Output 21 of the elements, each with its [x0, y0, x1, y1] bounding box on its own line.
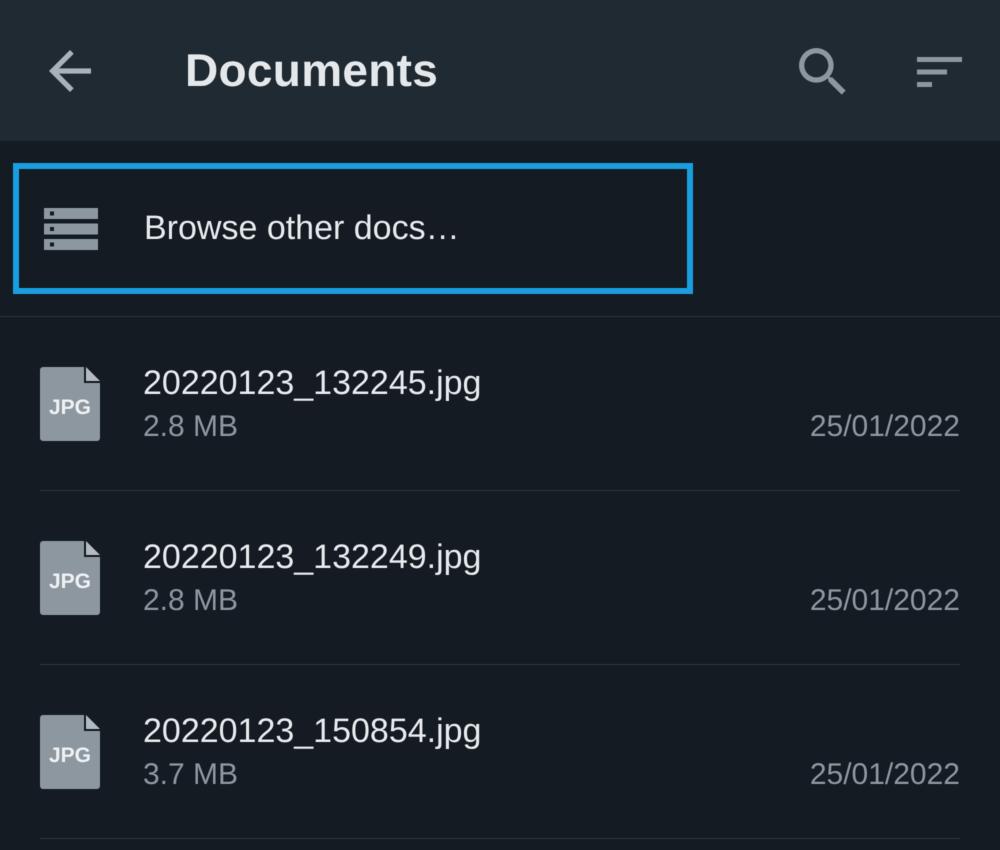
- file-type-label: JPG: [48, 570, 92, 594]
- file-type-label: JPG: [48, 396, 92, 420]
- file-name: 20220123_132249.jpg: [143, 538, 482, 576]
- file-icon: [40, 541, 100, 615]
- file-name: 20220123_132245.jpg: [143, 364, 482, 402]
- file-size: 3.7 MB: [143, 758, 238, 792]
- back-arrow-icon[interactable]: [49, 50, 91, 92]
- file-size: 2.8 MB: [143, 410, 238, 444]
- file-icon: [40, 715, 100, 789]
- file-date: 25/01/2022: [810, 758, 960, 792]
- sort-icon[interactable]: [917, 56, 962, 86]
- browse-docs-item[interactable]: Browse other docs…: [13, 163, 693, 294]
- file-date: 25/01/2022: [810, 584, 960, 618]
- search-icon[interactable]: [799, 48, 847, 96]
- file-size: 2.8 MB: [143, 584, 238, 618]
- file-name: 20220123_150854.jpg: [143, 712, 482, 750]
- file-date: 25/01/2022: [810, 410, 960, 444]
- file-icon: [40, 367, 100, 441]
- page-title: Documents: [185, 43, 438, 98]
- file-type-label: JPG: [48, 744, 92, 768]
- list-icon: [44, 208, 98, 250]
